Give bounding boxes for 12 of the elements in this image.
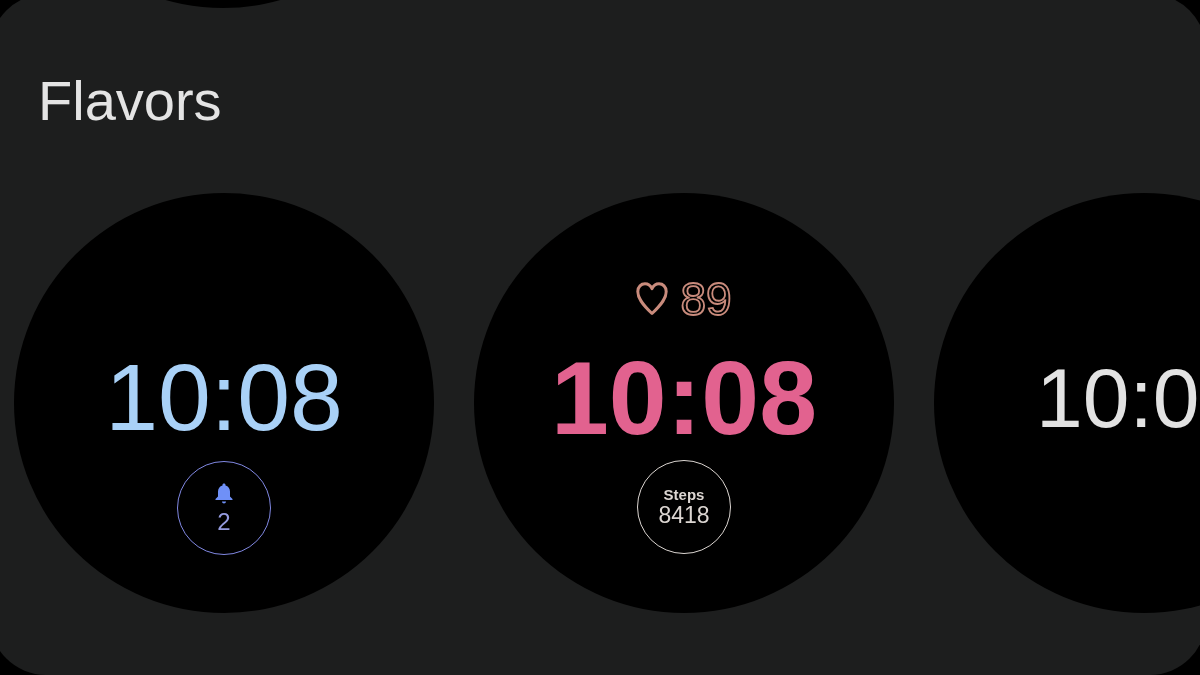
steps-label: Steps bbox=[663, 487, 705, 502]
watch-face[interactable]: 89 10:08 Steps 8418 bbox=[474, 193, 894, 613]
time-text: 10:0 bbox=[1036, 356, 1200, 440]
time-text: 10:08 bbox=[551, 346, 817, 450]
steps-count: 8418 bbox=[658, 504, 710, 527]
time-text: 10:08 bbox=[105, 350, 343, 445]
heart-rate-value: 89 bbox=[680, 276, 732, 322]
notification-count: 2 bbox=[217, 509, 231, 534]
section-title: Flavors bbox=[38, 73, 222, 129]
watch-face[interactable]: 10:08 2 bbox=[14, 193, 434, 613]
bell-icon bbox=[215, 482, 233, 504]
watch-face[interactable]: 10:0 bbox=[934, 193, 1200, 613]
